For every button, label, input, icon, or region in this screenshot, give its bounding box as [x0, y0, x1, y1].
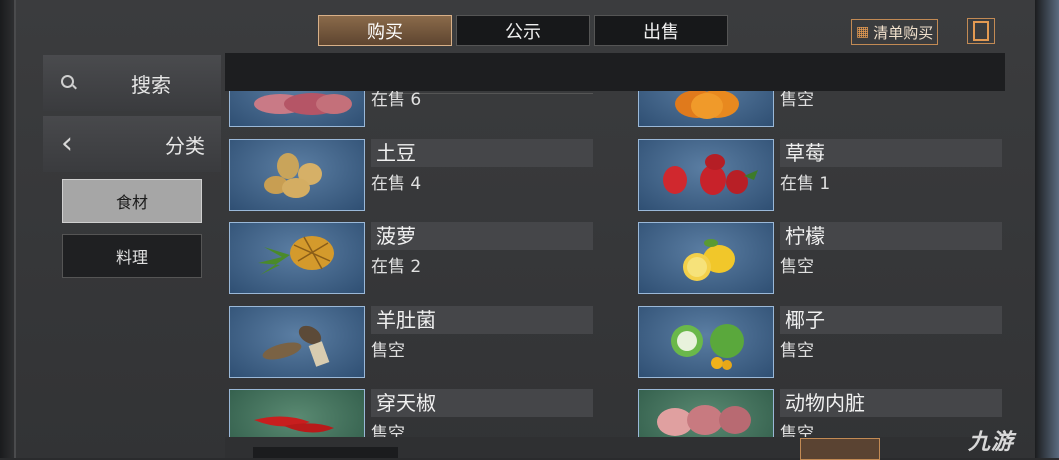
list-item[interactable]: 售空: [634, 91, 1006, 127]
subcategory-dishes[interactable]: 料理: [62, 234, 202, 278]
list-item[interactable]: 椰子 售空: [634, 306, 1006, 378]
category-button[interactable]: ‹ 分类: [43, 116, 221, 172]
item-thumbnail: [638, 91, 774, 127]
hierarchy-icon: ▦: [856, 24, 870, 40]
item-thumbnail: [229, 91, 365, 127]
list-item[interactable]: 穿天椒 售空: [225, 389, 597, 437]
subcategory-ingredients[interactable]: 食材: [62, 179, 202, 223]
list-item[interactable]: 土豆 在售 4: [225, 139, 597, 211]
meat-icon: [254, 93, 352, 115]
list-item[interactable]: 羊肚菌 售空: [225, 306, 597, 378]
tab-announce[interactable]: 公示: [456, 15, 590, 46]
item-name: 穿天椒: [371, 389, 593, 417]
strawberry-icon: [663, 154, 758, 195]
item-name: 椰子: [780, 306, 1002, 334]
list-item[interactable]: 动物内脏 售空: [634, 389, 1006, 437]
item-name: 动物内脏: [780, 389, 1002, 417]
item-name: 菠萝: [371, 222, 593, 250]
offal-icon: [657, 405, 751, 436]
item-name: 土豆: [371, 139, 593, 167]
watermark-logo: 九游: [968, 430, 1015, 455]
item-status: 在售 1: [780, 174, 831, 194]
chevron-left-icon: ‹: [61, 126, 73, 161]
item-status: 在售 4: [371, 174, 422, 194]
search-icon: [61, 75, 77, 91]
item-thumbnail: [638, 389, 774, 437]
right-edge: [1035, 0, 1059, 458]
item-status: 售空: [371, 424, 405, 437]
list-item[interactable]: 在售 6: [225, 91, 597, 127]
item-thumbnail: [638, 222, 774, 294]
morel-icon: [262, 325, 330, 367]
item-name: 草莓: [780, 139, 1002, 167]
item-thumbnail: [638, 306, 774, 378]
item-thumbnail: [229, 389, 365, 437]
tab-buy[interactable]: 购买: [318, 15, 452, 46]
quantity-bar[interactable]: [253, 447, 398, 458]
list-item[interactable]: 草莓 在售 1: [634, 139, 1006, 211]
item-status: 售空: [371, 341, 405, 361]
clipboard-button[interactable]: [967, 18, 995, 44]
item-status: 在售 6: [371, 91, 422, 110]
potato-icon: [264, 153, 322, 198]
action-button[interactable]: [800, 438, 880, 460]
left-edge: [0, 0, 14, 458]
pineapple-icon: [258, 236, 334, 275]
list-item[interactable]: 菠萝 在售 2: [225, 222, 597, 294]
search-label: 搜索: [131, 72, 171, 97]
header-strip: [225, 53, 1005, 91]
category-label: 分类: [165, 133, 205, 158]
item-thumbnail: [229, 222, 365, 294]
item-thumbnail: [229, 139, 365, 211]
item-thumbnail: [638, 139, 774, 211]
chili-icon: [254, 416, 334, 433]
search-button[interactable]: 搜索: [43, 55, 221, 111]
list-item[interactable]: 柠檬 售空: [634, 222, 1006, 294]
list-buy-label: 清单购买: [873, 23, 934, 42]
item-status: 在售 2: [371, 257, 422, 277]
item-status: 售空: [780, 341, 814, 361]
item-name: 羊肚菌: [371, 306, 593, 334]
item-list: 在售 6 售空 土豆 在售 4 草莓 在售 1 菠萝 在售 2 柠檬 售空 羊肚…: [225, 91, 1010, 437]
lemon-icon: [683, 239, 735, 281]
item-status: 售空: [780, 257, 814, 277]
item-status: 售空: [780, 91, 814, 110]
tab-bar: 购买 公示 出售: [318, 15, 728, 46]
coconut-icon: [671, 324, 744, 370]
item-thumbnail: [229, 306, 365, 378]
list-buy-button[interactable]: ▦ 清单购买: [851, 19, 939, 45]
clipboard-icon: [973, 21, 989, 41]
item-name: 柠檬: [780, 222, 1002, 250]
tab-sell[interactable]: 出售: [594, 15, 728, 46]
item-status: 售空: [780, 424, 814, 437]
pumpkin-icon: [675, 91, 739, 119]
